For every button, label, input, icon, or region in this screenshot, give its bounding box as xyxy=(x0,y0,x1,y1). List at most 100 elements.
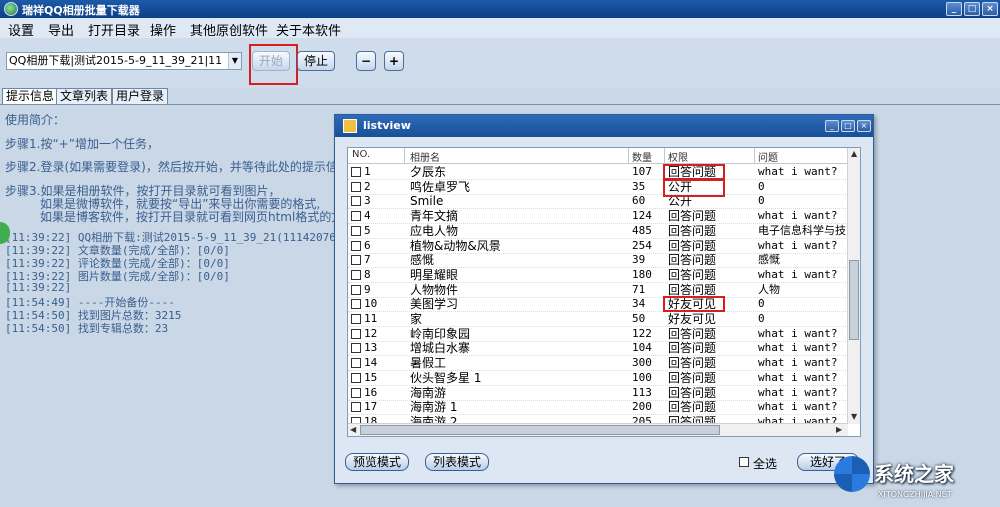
row-checkbox[interactable] xyxy=(351,328,361,339)
vertical-scrollbar[interactable]: ▲ ▼ xyxy=(847,148,860,424)
col-perm[interactable]: 权限 xyxy=(668,149,688,164)
select-all-checkbox[interactable] xyxy=(739,457,749,467)
cell-perm: 回答问题 xyxy=(668,370,717,385)
scroll-right-icon[interactable]: ▶ xyxy=(836,425,842,434)
cell-question: 0 xyxy=(758,312,765,325)
tab-info[interactable]: 提示信息 xyxy=(2,88,59,104)
row-checkbox[interactable] xyxy=(351,358,361,369)
cell-count: 180 xyxy=(632,267,652,281)
table-row[interactable]: 9 人物物件 71 回答问题 人物 xyxy=(348,283,848,298)
maximize-icon[interactable]: □ xyxy=(841,120,855,132)
row-checkbox[interactable] xyxy=(351,299,361,310)
scroll-up-icon[interactable]: ▲ xyxy=(851,149,857,158)
menu-other-software[interactable]: 其他原创软件 xyxy=(190,20,268,39)
minimize-icon[interactable]: _ xyxy=(946,2,962,16)
table-row[interactable]: 5 应电人物 485 回答问题 电子信息科学与技 xyxy=(348,224,848,239)
table-row[interactable]: 15 伙头智多星 1 100 回答问题 what i want? xyxy=(348,371,848,386)
close-icon[interactable]: × xyxy=(982,2,998,16)
cell-count: 34 xyxy=(632,297,646,311)
row-checkbox[interactable] xyxy=(351,402,361,413)
col-no[interactable]: NO. xyxy=(352,149,370,160)
table-row[interactable]: 8 明星耀眼 180 回答问题 what i want? xyxy=(348,268,848,283)
cell-count: 50 xyxy=(632,312,646,325)
row-checkbox[interactable] xyxy=(351,269,361,280)
cell-name: 岭南印象园 xyxy=(410,326,471,341)
cell-no: 8 xyxy=(364,267,371,281)
add-task-button[interactable]: + xyxy=(384,51,404,71)
tab-login[interactable]: 用户登录 xyxy=(112,88,169,104)
cell-question: 人物 xyxy=(758,282,780,296)
maximize-icon[interactable]: □ xyxy=(964,2,980,16)
cell-perm: 回答问题 xyxy=(668,253,717,268)
table-row[interactable]: 7 感慨 39 回答问题 感慨 xyxy=(348,253,848,269)
table-row[interactable]: 17 海南游 1 200 回答问题 what i want? xyxy=(348,400,848,416)
horizontal-scrollbar[interactable]: ◀ ▶ xyxy=(348,423,848,436)
tab-articles[interactable]: 文章列表 xyxy=(56,88,113,104)
row-checkbox[interactable] xyxy=(351,240,361,251)
cell-perm: 回答问题 xyxy=(668,341,717,356)
list-mode-button[interactable]: 列表模式 xyxy=(425,453,489,471)
table-row[interactable]: 16 海南游 113 回答问题 what i want? xyxy=(348,386,848,401)
cell-no: 4 xyxy=(364,209,371,223)
row-checkbox[interactable] xyxy=(351,314,361,324)
cell-no: 13 xyxy=(364,341,378,355)
chevron-down-icon[interactable]: ▼ xyxy=(228,53,241,69)
highlight-box xyxy=(663,179,725,197)
row-checkbox[interactable] xyxy=(351,225,361,236)
table-row[interactable]: 12 岭南印象园 122 回答问题 what i want? xyxy=(348,327,848,342)
table-row[interactable]: 4 青年文摘 124 回答问题 what i want? xyxy=(348,209,848,225)
scroll-left-icon[interactable]: ◀ xyxy=(350,425,356,434)
tab-strip: 提示信息 文章列表 用户登录 xyxy=(0,88,1000,104)
menu-open-dir[interactable]: 打开目录 xyxy=(88,20,140,39)
scroll-thumb[interactable] xyxy=(849,260,859,340)
cell-perm: 回答问题 xyxy=(668,385,717,400)
cell-count: 122 xyxy=(632,326,652,340)
table-row[interactable]: 3 Smile 60 公开 0 xyxy=(348,194,848,210)
row-checkbox[interactable] xyxy=(351,255,361,266)
table-row[interactable]: 10 美图学习 34 好友可见 0 xyxy=(348,297,848,313)
cell-count: 100 xyxy=(632,370,652,384)
scroll-down-icon[interactable]: ▼ xyxy=(851,412,857,421)
cell-no: 1 xyxy=(364,165,371,178)
log-step2: 步骤2.登录(如果需要登录)，然后按开始，并等待此处的提示信 xyxy=(5,160,338,174)
table-row[interactable]: 6 植物&动物&风景 254 回答问题 what i want? xyxy=(348,239,848,254)
table-row[interactable]: 2 鸣佐卓罗飞 35 公开 0 xyxy=(348,180,848,195)
window-title: 瑞祥QQ相册批量下载器 xyxy=(22,4,140,17)
row-checkbox[interactable] xyxy=(351,387,361,398)
table-row[interactable]: 11 家 50 好友可见 0 xyxy=(348,312,848,327)
menu-operate[interactable]: 操作 xyxy=(150,20,176,39)
row-checkbox[interactable] xyxy=(351,372,361,383)
table-row[interactable]: 1 夕辰东 107 回答问题 what i want? xyxy=(348,165,848,180)
cell-count: 39 xyxy=(632,253,646,267)
row-checkbox[interactable] xyxy=(351,211,361,222)
task-select[interactable]: QQ相册下载|测试2015-5-9_11_39_21|11 ▼ xyxy=(6,52,242,70)
cell-question: 0 xyxy=(758,297,765,311)
row-checkbox[interactable] xyxy=(351,196,361,207)
col-question[interactable]: 问题 xyxy=(758,149,778,164)
table-row[interactable]: 13 增城白水寨 104 回答问题 what i want? xyxy=(348,341,848,357)
cell-question: what i want? xyxy=(758,370,838,384)
remove-task-button[interactable]: − xyxy=(356,51,376,71)
cell-perm: 回答问题 xyxy=(668,400,717,415)
menu-settings[interactable]: 设置 xyxy=(8,20,34,39)
table-row[interactable]: 14 暑假工 300 回答问题 what i want? xyxy=(348,356,848,372)
stop-button[interactable]: 停止 xyxy=(297,51,335,71)
row-checkbox[interactable] xyxy=(351,284,361,295)
col-name[interactable]: 相册名 xyxy=(410,149,440,164)
cell-no: 9 xyxy=(364,282,371,296)
cell-count: 104 xyxy=(632,341,652,355)
cell-perm: 回答问题 xyxy=(668,209,717,224)
row-checkbox[interactable] xyxy=(351,167,361,177)
menu-export[interactable]: 导出 xyxy=(48,20,74,39)
cell-perm: 回答问题 xyxy=(668,238,717,253)
preview-mode-button[interactable]: 预览模式 xyxy=(345,453,409,471)
row-checkbox[interactable] xyxy=(351,181,361,192)
minimize-icon[interactable]: _ xyxy=(825,120,839,132)
menu-about[interactable]: 关于本软件 xyxy=(276,20,341,39)
row-checkbox[interactable] xyxy=(351,343,361,354)
cell-question: what i want? xyxy=(758,165,838,178)
col-count[interactable]: 数量 xyxy=(632,149,652,164)
cell-name: 美图学习 xyxy=(410,297,459,312)
close-icon[interactable]: × xyxy=(857,120,871,132)
scroll-thumb[interactable] xyxy=(360,425,720,435)
